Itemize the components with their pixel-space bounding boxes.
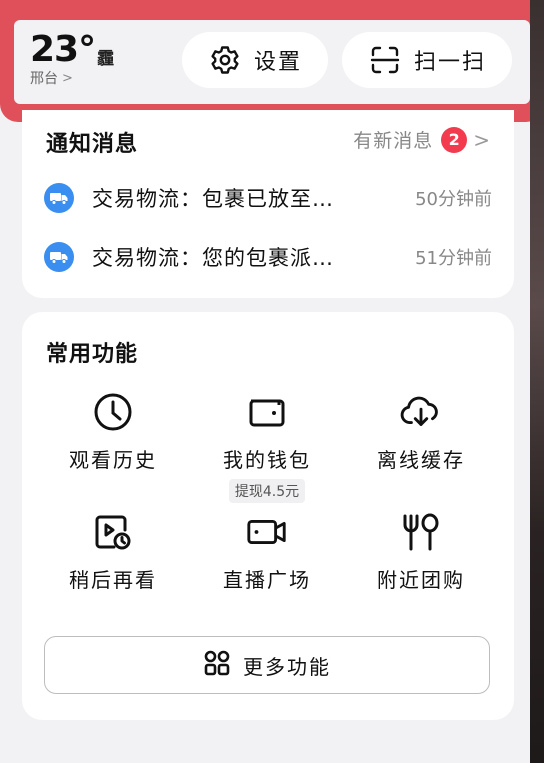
notification-card: 通知消息 有新消息 2 > 交易物流：包裹已放至… 50分钟前 交易物流：您的包… [22,110,514,298]
notification-item[interactable]: 交易物流：包裹已放至… 50分钟前 [44,178,492,218]
function-label: 直播广场 [223,568,311,592]
chevron-right-icon: > [62,70,73,86]
scan-button[interactable]: 扫一扫 [342,32,512,88]
watch-history-button[interactable]: 观看历史 [38,390,188,473]
function-label: 我的钱包 [223,448,311,472]
functions-title: 常用功能 [46,342,139,367]
weather-widget[interactable]: 23° 霾 邢台 > [30,30,114,88]
notification-time: 50分钟前 [415,189,492,210]
function-label: 离线缓存 [377,448,465,472]
nearby-group-buy-button[interactable]: 附近团购 [346,510,496,593]
function-label: 观看历史 [69,448,157,472]
live-square-button[interactable]: 直播广场 [192,510,342,593]
common-functions-card: 常用功能 观看历史 我的钱包 提现4.5元 离线缓存 稍后再看 直播广场 附近团… [22,312,514,720]
truck-icon [44,183,74,213]
unread-badge: 2 [441,126,468,153]
more-functions-label: 更多功能 [243,654,331,679]
chevron-right-icon: > [473,127,490,152]
truck-icon [44,242,74,272]
profile-page: 23° 霾 邢台 > 设置 扫一扫 通知消息 有新消息 2 > 交易物流：包裹已… [0,0,544,763]
scan-label: 扫一扫 [413,50,486,75]
watch-later-icon [91,510,135,554]
settings-button[interactable]: 设置 [182,32,328,88]
background-edge [530,0,544,763]
new-messages-label: 有新消息 [353,130,434,152]
wallet-icon [245,390,289,434]
temperature: 23° [30,29,96,70]
wallet-withdraw-badge: 提现4.5元 [228,479,306,503]
gear-icon [208,43,242,77]
grid-icon [203,649,231,681]
function-label: 附近团购 [377,568,465,592]
more-functions-button[interactable]: 更多功能 [44,636,490,694]
weather-condition: 霾 [97,49,115,69]
notification-title: 通知消息 [46,132,139,157]
wallet-button[interactable]: 我的钱包 提现4.5元 [192,390,342,503]
offline-cache-button[interactable]: 离线缓存 [346,390,496,473]
watch-later-button[interactable]: 稍后再看 [38,510,188,593]
cloud-download-icon [399,390,443,434]
new-messages-link[interactable]: 有新消息 2 > [353,126,490,153]
notification-time: 51分钟前 [415,248,492,269]
notification-item[interactable]: 交易物流：您的包裹派… 51分钟前 [44,237,492,277]
scan-icon [368,43,402,77]
city-name: 邢台 [30,71,58,87]
settings-label: 设置 [253,50,302,75]
clock-icon [91,390,135,434]
fork-spoon-icon [399,510,443,554]
notification-text: 交易物流：您的包裹派… [92,246,334,270]
header-bar: 23° 霾 邢台 > 设置 扫一扫 [14,20,530,104]
notification-text: 交易物流：包裹已放至… [92,187,334,211]
camera-icon [245,510,289,554]
function-label: 稍后再看 [69,568,157,592]
